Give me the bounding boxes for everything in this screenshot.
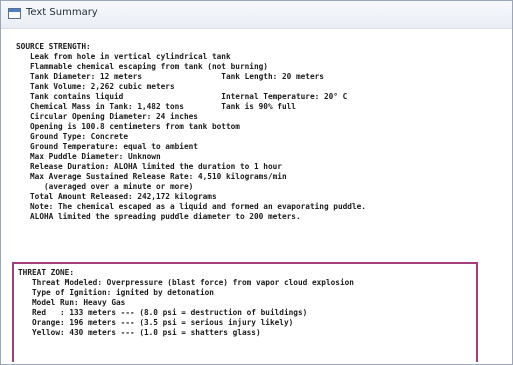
window-icon [8,8,21,19]
threat-line-0: THREAT ZONE: [18,268,74,277]
threat-zone-highlight: THREAT ZONE: Threat Modeled: Overpressur… [12,262,478,362]
threat-line-2: Type of Ignition: ignited by detonation [18,288,214,297]
threat-zone-section: THREAT ZONE: Threat Modeled: Overpressur… [18,268,354,338]
summary-text-area[interactable]: SOURCE STRENGTH: Leak from hole in verti… [4,29,509,363]
threat-line-3: Model Run: Heavy Gas [18,298,126,307]
source-line-2: Flammable chemical escaping from tank (n… [16,62,268,71]
source-line-4: Tank Volume: 2,262 cubic meters [16,82,175,91]
source-line-6: Chemical Mass in Tank: 1,482 tons Tank i… [16,102,296,111]
source-line-5: Tank contains liquid Internal Temperatur… [16,92,348,101]
threat-line-4: Red : 133 meters --- (8.0 psi = destruct… [18,308,308,317]
source-line-10: Ground Temperature: equal to ambient [16,142,198,151]
source-line-1: Leak from hole in vertical cylindrical t… [16,52,231,61]
threat-line-6: Yellow: 430 meters --- (1.0 psi = shatte… [18,328,261,337]
window-title: Text Summary [26,7,98,18]
source-line-8: Opening is 100.8 centimeters from tank b… [16,122,240,131]
source-line-7: Circular Opening Diameter: 24 inches [16,112,198,121]
title-bar[interactable]: Text Summary [1,1,512,29]
source-line-15: Total Amount Released: 242,172 kilograms [16,192,217,201]
source-line-12: Release Duration: ALOHA limited the dura… [16,162,282,171]
threat-line-1: Threat Modeled: Overpressure (blast forc… [18,278,354,287]
source-line-0: SOURCE STRENGTH: [16,42,91,51]
source-line-14: (averaged over a minute or more) [16,182,194,191]
source-strength-section: SOURCE STRENGTH: Leak from hole in verti… [16,42,366,222]
source-line-13: Max Average Sustained Release Rate: 4,51… [16,172,287,181]
source-line-16: Note: The chemical escaped as a liquid a… [16,202,366,211]
source-line-3: Tank Diameter: 12 meters Tank Length: 20… [16,72,324,81]
threat-line-5: Orange: 196 meters --- (3.5 psi = seriou… [18,318,294,327]
source-line-17: ALOHA limited the spreading puddle diame… [16,212,301,221]
text-summary-window: Text Summary SOURCE STRENGTH: Leak from … [0,0,513,365]
source-line-9: Ground Type: Concrete [16,132,128,141]
source-line-11: Max Puddle Diameter: Unknown [16,152,161,161]
